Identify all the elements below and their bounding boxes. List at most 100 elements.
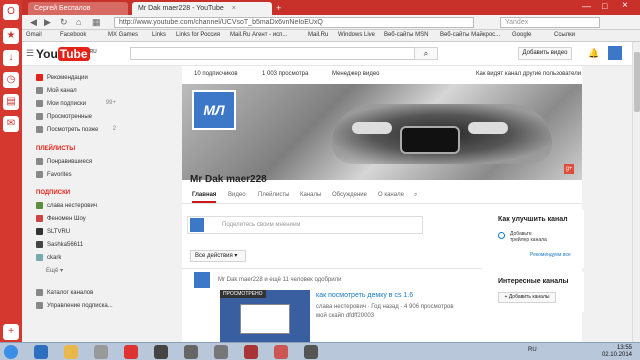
history-icon[interactable]: ◷ xyxy=(3,72,19,88)
bookmark-item[interactable]: Mail.Ru Агент - исп... xyxy=(230,32,287,38)
guide-item-history[interactable]: Просмотренные xyxy=(36,113,92,120)
scrollbar[interactable] xyxy=(632,42,640,342)
speed-dial-icon[interactable]: ▤ xyxy=(3,94,19,110)
recommend-link[interactable]: Рекомендуем все xyxy=(530,252,571,258)
bookmark-item[interactable]: Links for Россия xyxy=(176,32,220,38)
forward-icon[interactable]: ▶ xyxy=(44,17,51,28)
search-input[interactable]: Yandex xyxy=(500,17,600,28)
minimize-icon[interactable]: — xyxy=(582,1,591,11)
improve-channel-box: Как улучшить канал Добавьте трейлер кана… xyxy=(490,210,584,268)
download-icon[interactable]: ↓ xyxy=(3,50,19,66)
app-icon[interactable] xyxy=(244,345,258,359)
bookmark-item[interactable]: Gmail xyxy=(26,32,42,38)
guide-item-subscriptions[interactable]: Мои подписки xyxy=(36,100,86,107)
guide-item-my-channel[interactable]: Мой канал xyxy=(36,87,77,94)
bookmark-item[interactable]: Веб-сайты Майкрос... xyxy=(440,32,500,38)
guide-sub-item[interactable]: Феномен Шоу xyxy=(36,215,86,222)
maximize-icon[interactable]: □ xyxy=(602,1,607,11)
app-icon[interactable] xyxy=(274,345,288,359)
bookmark-item[interactable]: Веб-сайты MSN xyxy=(384,32,428,38)
guide-item-catalog[interactable]: Каталог каналов xyxy=(36,289,93,296)
view-as-link[interactable]: Как видят канал другие пользователи xyxy=(476,71,581,77)
app-icon[interactable] xyxy=(304,345,318,359)
bookmark-item[interactable]: Links xyxy=(152,32,166,38)
search-icon[interactable]: ⌕ xyxy=(414,47,438,60)
star-icon[interactable]: ★ xyxy=(3,28,19,44)
guide-sub-item[interactable]: Sashka56611 xyxy=(36,241,83,248)
google-plus-icon[interactable]: g+ xyxy=(564,164,574,174)
app-icon[interactable] xyxy=(214,345,228,359)
channel-name: Mr Dak maer228 xyxy=(190,174,267,185)
ie-icon[interactable] xyxy=(34,345,48,359)
guide-label: Мой канал xyxy=(47,88,77,95)
clock[interactable]: 13:55 02.10.2014 xyxy=(602,345,632,359)
scrollbar-thumb[interactable] xyxy=(634,52,640,112)
guide-item-manage-subs[interactable]: Управление подписка... xyxy=(36,302,113,309)
share-input[interactable]: Поделитесь своим мнением xyxy=(187,216,423,234)
guide-sub-item[interactable]: слава нестерович xyxy=(36,202,97,209)
new-tab-button[interactable]: + xyxy=(276,3,281,13)
opera-menu-icon[interactable]: O xyxy=(3,4,19,20)
tab-channels[interactable]: Каналы xyxy=(300,192,321,198)
bookmark-item[interactable]: MX Games xyxy=(108,32,138,38)
thumbnail-window xyxy=(240,304,290,334)
home-icon[interactable]: ⌂ xyxy=(76,17,81,27)
view-count: 1 003 просмотра xyxy=(262,71,309,77)
start-button[interactable] xyxy=(4,345,18,359)
menu-icon[interactable]: ☰ xyxy=(26,48,34,59)
channel-avatar[interactable]: МЛ xyxy=(192,90,236,130)
opera-icon[interactable] xyxy=(124,345,138,359)
add-panel-icon[interactable]: + xyxy=(3,324,19,340)
guide-item-favorites[interactable]: Favorites xyxy=(36,171,72,178)
show-more-link[interactable]: Ещё ▾ xyxy=(46,267,63,274)
speed-dial-icon[interactable]: ▦ xyxy=(92,17,101,28)
improve-item[interactable]: Добавьте трейлер канала xyxy=(510,231,550,243)
guide-item-liked[interactable]: Понравившиеся xyxy=(36,158,92,165)
guide-item-recommendations[interactable]: Рекомендации xyxy=(36,74,88,81)
yt-search-input[interactable] xyxy=(130,47,430,60)
yt-guide: Рекомендации Мой канал Мои подписки 99+ … xyxy=(22,66,124,342)
bookmark-item[interactable]: Ссылки xyxy=(554,32,575,38)
tab-about[interactable]: О канале xyxy=(378,192,404,198)
tab-inactive[interactable]: Сергей Беспалов xyxy=(28,2,128,15)
app-icon[interactable] xyxy=(94,345,108,359)
close-tab-icon[interactable]: × xyxy=(232,5,236,12)
guide-sub-item[interactable]: SLTVRU xyxy=(36,228,70,235)
close-window-icon[interactable]: × xyxy=(622,0,628,11)
all-actions-dropdown[interactable]: Все действия ▾ xyxy=(190,250,246,262)
bookmark-item[interactable]: Mail.Ru xyxy=(308,32,328,38)
bookmark-item[interactable]: Facebook xyxy=(60,32,86,38)
guide-sub-item[interactable]: ckark xyxy=(36,254,61,261)
tab-label: Mr Dak maer228 - YouTube xyxy=(138,5,224,12)
search-icon[interactable]: ⌕ xyxy=(414,192,417,199)
youtube-logo[interactable]: You Tube RU xyxy=(36,47,97,61)
reload-icon[interactable]: ↻ xyxy=(60,17,68,28)
bookmark-item[interactable]: Google xyxy=(512,32,531,38)
subscriptions-heading[interactable]: ПОДПИСКИ xyxy=(36,190,70,196)
tab-active[interactable]: Mr Dak maer228 - YouTube × xyxy=(132,2,272,15)
url-input[interactable]: http://www.youtube.com/channel/UCVsoT_b5… xyxy=(114,17,474,28)
upload-button[interactable]: Добавить видео xyxy=(518,47,572,60)
subscriber-count: 10 подписчиков xyxy=(194,71,238,77)
back-icon[interactable]: ◀ xyxy=(30,17,37,28)
chat-icon[interactable]: ✉ xyxy=(3,116,19,132)
interesting-channels-box: Интересные каналы + Добавить каналы xyxy=(490,272,584,312)
tab-discussion[interactable]: Обсуждение xyxy=(332,192,367,198)
app-icon[interactable] xyxy=(154,345,168,359)
guide-item-watch-later[interactable]: Посмотреть позже xyxy=(36,126,98,133)
tab-videos[interactable]: Видео xyxy=(228,192,246,198)
tab-playlists[interactable]: Плейлисты xyxy=(258,192,289,198)
playlists-heading[interactable]: ПЛЕЙЛИСТЫ xyxy=(36,146,75,152)
folder-icon[interactable] xyxy=(64,345,78,359)
bookmark-item[interactable]: Windows Live xyxy=(338,32,375,38)
avatar[interactable] xyxy=(608,46,622,60)
app-icon[interactable] xyxy=(184,345,198,359)
add-channels-button[interactable]: + Добавить каналы xyxy=(498,292,556,303)
radio-icon[interactable] xyxy=(498,232,505,239)
language-indicator[interactable]: RU xyxy=(528,347,537,353)
video-manager-link[interactable]: Менеджер видео xyxy=(332,71,380,77)
like-icon xyxy=(36,158,43,165)
bell-icon[interactable]: 🔔 xyxy=(588,48,599,59)
video-title-link[interactable]: как посмотреть демку в cs 1.6 xyxy=(316,292,413,299)
tab-home[interactable]: Главная xyxy=(192,192,217,203)
